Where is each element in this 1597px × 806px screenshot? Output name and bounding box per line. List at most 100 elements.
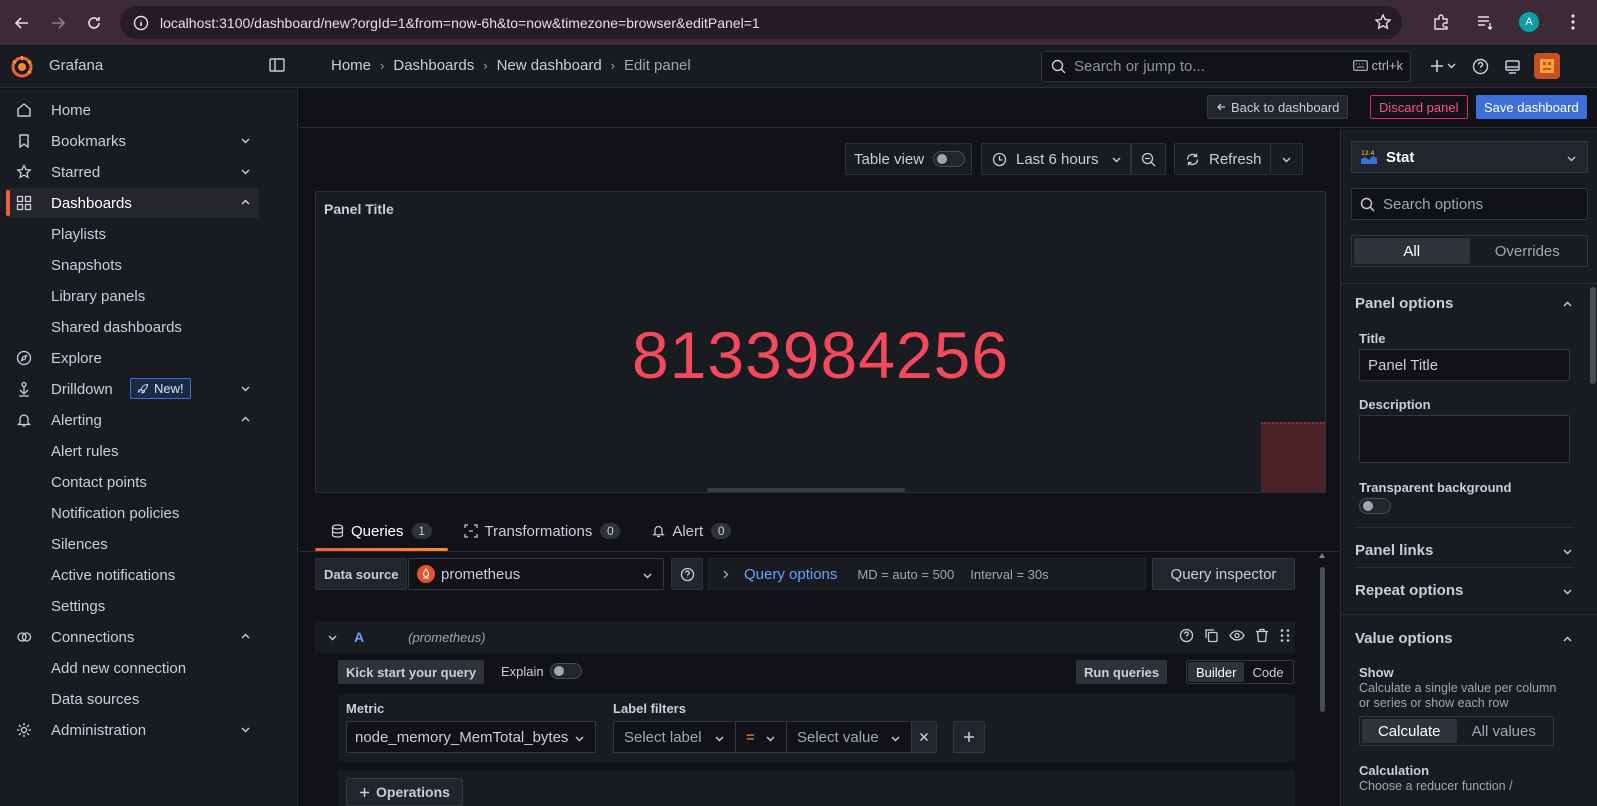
tab-all[interactable]: All: [1354, 238, 1470, 264]
query-ref-id[interactable]: A: [354, 629, 364, 645]
sidebar-item-snapshots[interactable]: Snapshots: [6, 250, 259, 280]
breadcrumb-new-dashboard[interactable]: New dashboard: [497, 57, 602, 74]
toggle-visibility-eye-icon[interactable]: [1229, 628, 1245, 643]
address-bar[interactable]: localhost:3100/dashboard/new?orgId=1&fro…: [120, 6, 1402, 39]
browser-menu-icon[interactable]: [1557, 6, 1589, 38]
chevron-up-icon[interactable]: [240, 631, 251, 642]
title-input[interactable]: Panel Title: [1359, 349, 1570, 381]
mode-calculate[interactable]: Calculate: [1362, 719, 1457, 743]
search-input[interactable]: Search or jump to... ctrl+k: [1041, 51, 1411, 82]
panel-links-heading[interactable]: Panel links: [1355, 542, 1433, 559]
sidebar-item-settings[interactable]: Settings: [6, 591, 259, 621]
scroll-up-arrow[interactable]: [1319, 553, 1325, 558]
refresh-interval-picker[interactable]: [1270, 143, 1303, 175]
profile-avatar[interactable]: A: [1513, 6, 1545, 38]
user-avatar[interactable]: [1534, 53, 1560, 79]
chevron-down-icon[interactable]: [240, 135, 251, 146]
chevron-up-icon[interactable]: [1562, 299, 1573, 310]
label-value-select[interactable]: Select value: [786, 721, 912, 753]
kiosk-mode-icon[interactable]: [1496, 52, 1528, 80]
back-arrow-icon[interactable]: [6, 7, 38, 39]
repeat-options-heading[interactable]: Repeat options: [1355, 582, 1463, 599]
sidebar-item-alert-rules[interactable]: Alert rules: [6, 436, 259, 466]
extensions-icon[interactable]: [1425, 6, 1457, 38]
query-help-icon[interactable]: [1179, 628, 1194, 643]
chevron-up-icon[interactable]: [240, 414, 251, 425]
remove-filter-button[interactable]: [911, 721, 937, 753]
description-textarea[interactable]: [1359, 415, 1570, 463]
data-source-select[interactable]: prometheus: [408, 558, 664, 590]
sidebar-item-explore[interactable]: Explore: [6, 343, 259, 373]
label-select[interactable]: Select label: [613, 721, 736, 753]
tab-transformations[interactable]: Transformations 0: [448, 515, 637, 547]
sidebar-item-bookmarks[interactable]: Bookmarks: [6, 126, 259, 156]
visualization-picker[interactable]: 12.4 Stat: [1351, 141, 1588, 173]
scrollbar-thumb[interactable]: [1320, 567, 1325, 712]
sidebar-item-add-new-connection[interactable]: Add new connection: [6, 653, 259, 683]
sidebar-item-contact-points[interactable]: Contact points: [6, 467, 259, 497]
site-info-icon[interactable]: [126, 15, 156, 31]
sidebar-item-shared-dashboards[interactable]: Shared dashboards: [6, 312, 259, 342]
sidebar-item-connections[interactable]: Connections: [6, 622, 259, 652]
panel-options-heading[interactable]: Panel options: [1355, 295, 1453, 312]
refresh-button[interactable]: Refresh: [1174, 143, 1271, 175]
dock-menu-icon[interactable]: [268, 56, 286, 74]
kick-start-query-button[interactable]: Kick start your query: [338, 660, 485, 684]
add-filter-button[interactable]: [953, 721, 985, 753]
sidebar-item-notification-policies[interactable]: Notification policies: [6, 498, 259, 528]
transparent-background-toggle[interactable]: [1359, 498, 1391, 514]
sidebar-item-administration[interactable]: Administration: [6, 715, 259, 745]
chevron-down-icon[interactable]: [240, 166, 251, 177]
delete-query-trash-icon[interactable]: [1255, 628, 1269, 643]
sidebar-item-data-sources[interactable]: Data sources: [6, 684, 259, 714]
chevron-down-icon[interactable]: [1562, 586, 1573, 597]
table-view-toggle[interactable]: Table view: [845, 143, 972, 175]
value-options-heading[interactable]: Value options: [1355, 630, 1453, 647]
sidebar-item-home[interactable]: Home: [6, 95, 259, 125]
grafana-logo-icon[interactable]: [10, 55, 34, 79]
forward-arrow-icon[interactable]: [42, 7, 74, 39]
brand-name[interactable]: Grafana: [49, 57, 103, 74]
sidebar-item-dashboards[interactable]: Dashboards: [6, 188, 259, 218]
chevron-down-icon[interactable]: [240, 383, 251, 394]
chevron-up-icon[interactable]: [1562, 634, 1573, 645]
time-range-picker[interactable]: Last 6 hours: [981, 143, 1131, 175]
tab-queries[interactable]: Queries 1: [315, 515, 448, 551]
tab-alert[interactable]: Alert 0: [636, 515, 747, 547]
zoom-out-button[interactable]: [1131, 143, 1166, 175]
run-queries-button[interactable]: Run queries: [1076, 660, 1168, 684]
add-new-button[interactable]: [1424, 52, 1464, 80]
help-icon[interactable]: [1464, 52, 1496, 80]
label-operator-select[interactable]: =: [735, 721, 787, 753]
options-scrollbar[interactable]: [1590, 287, 1596, 384]
bookmark-star-icon[interactable]: [1374, 13, 1392, 31]
mode-all-values[interactable]: All values: [1457, 719, 1552, 743]
chevron-down-icon[interactable]: [327, 632, 338, 643]
sidebar-item-silences[interactable]: Silences: [6, 529, 259, 559]
metric-select[interactable]: node_memory_MemTotal_bytes: [346, 721, 596, 753]
chevron-down-icon[interactable]: [240, 724, 251, 735]
table-view-switch[interactable]: [933, 151, 966, 167]
save-dashboard-button[interactable]: Save dashboard: [1476, 95, 1587, 119]
chevron-up-icon[interactable]: [240, 197, 251, 208]
breadcrumb-home[interactable]: Home: [331, 57, 371, 74]
sidebar-item-starred[interactable]: Starred: [6, 157, 259, 187]
data-source-help-button[interactable]: [671, 558, 703, 590]
discard-panel-button[interactable]: Discard panel: [1370, 95, 1468, 119]
sidebar-item-active-notifications[interactable]: Active notifications: [6, 560, 259, 590]
operations-button[interactable]: Operations: [346, 778, 463, 806]
drag-handle-icon[interactable]: [1279, 628, 1291, 643]
query-inspector-button[interactable]: Query inspector: [1152, 558, 1295, 590]
query-row-header[interactable]: A (prometheus): [315, 621, 1295, 653]
mode-code[interactable]: Code: [1244, 662, 1291, 682]
sidebar-item-playlists[interactable]: Playlists: [6, 219, 259, 249]
search-options-input[interactable]: Search options: [1351, 188, 1588, 220]
sidebar-item-drilldown[interactable]: Drilldown New!: [6, 374, 259, 404]
mode-builder[interactable]: Builder: [1188, 662, 1245, 682]
duplicate-query-icon[interactable]: [1204, 628, 1219, 643]
stat-panel[interactable]: Panel Title 8133984256: [315, 191, 1326, 493]
back-to-dashboard-button[interactable]: Back to dashboard: [1207, 95, 1349, 119]
reload-icon[interactable]: [78, 7, 110, 39]
sidebar-item-alerting[interactable]: Alerting: [6, 405, 259, 435]
panel-resize-handle[interactable]: [707, 488, 905, 492]
